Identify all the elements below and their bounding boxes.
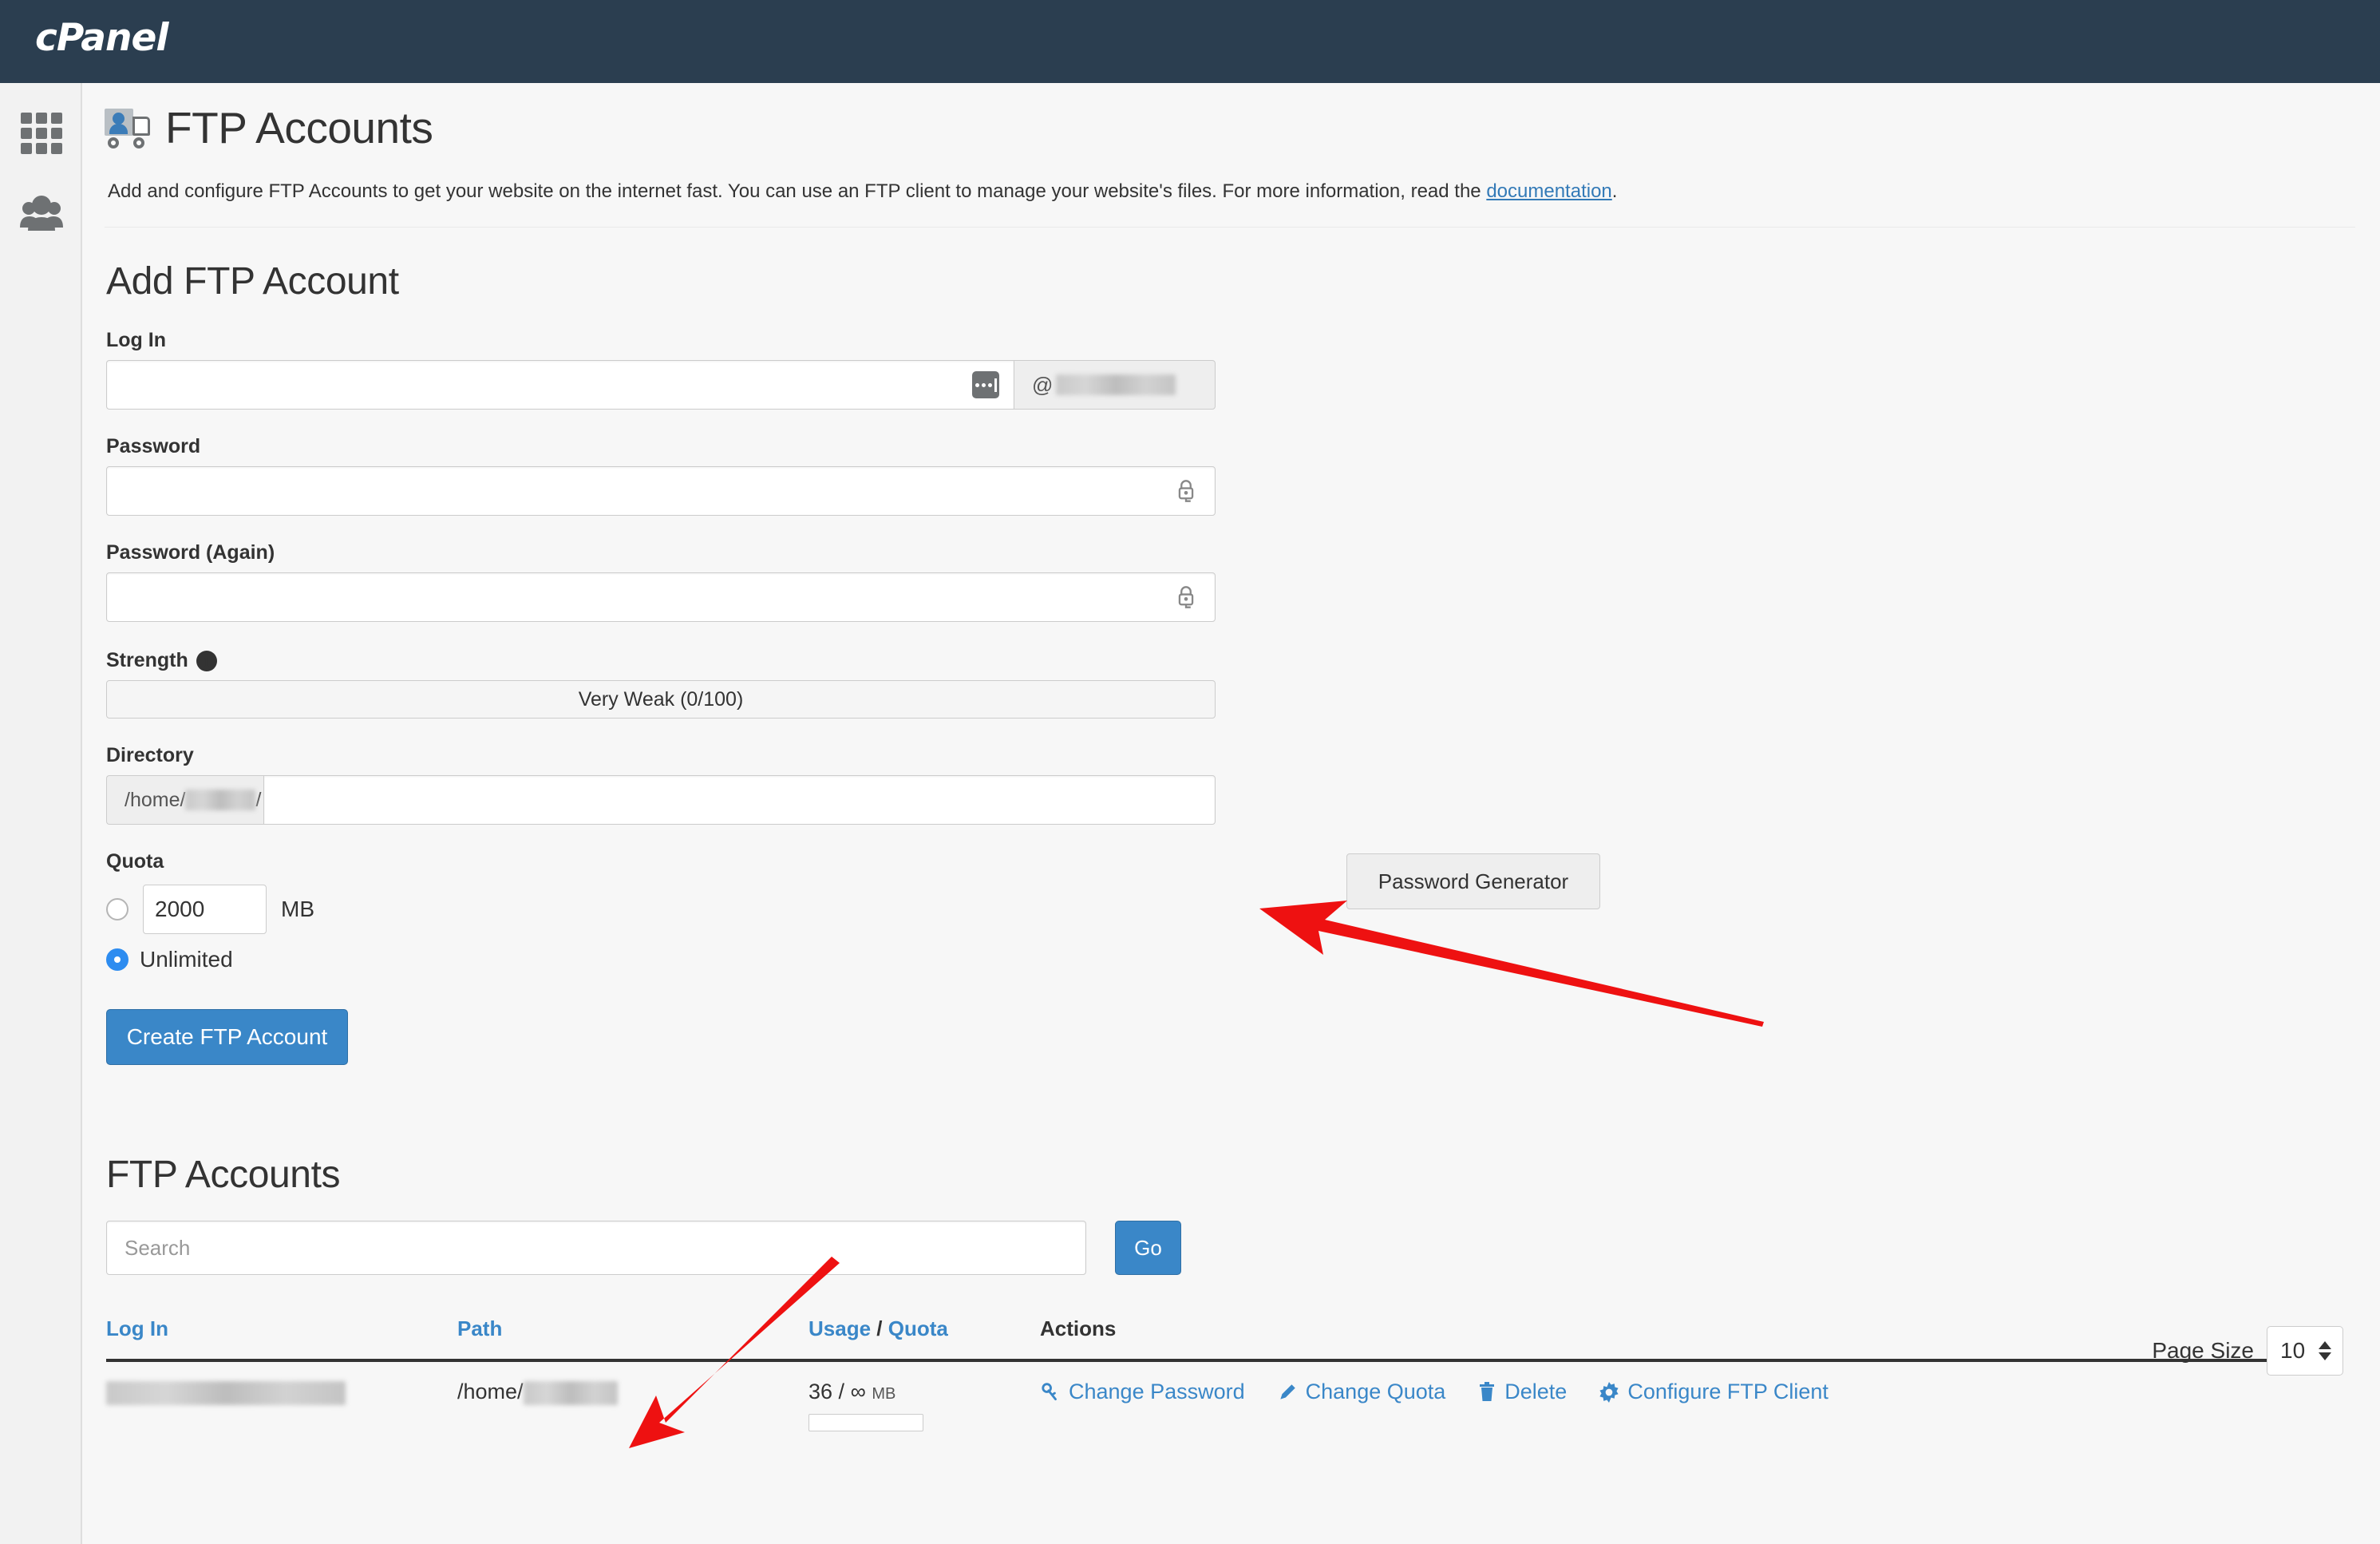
- delete-label: Delete: [1504, 1380, 1568, 1403]
- cell-path: /home/: [457, 1360, 808, 1431]
- directory-prefix-addon: /home/ /: [106, 775, 263, 825]
- column-header-actions: Actions: [1040, 1316, 1117, 1340]
- at-symbol: @: [1032, 372, 1054, 397]
- table-header-row: Log In Path Usage / Quota Actions: [106, 1316, 2333, 1360]
- gear-icon: [1599, 1381, 1619, 1403]
- cell-usage-quota: 36 / ∞ MB: [808, 1360, 1040, 1431]
- delete-action[interactable]: Delete: [1477, 1380, 1567, 1404]
- apps-grid-icon: [20, 113, 62, 154]
- quota-label: Quota: [106, 850, 164, 873]
- redacted-path: [523, 1380, 618, 1405]
- change-quota-label: Change Quota: [1305, 1380, 1446, 1403]
- pencil-icon: [1279, 1384, 1295, 1399]
- top-header-bar: cPanel: [0, 0, 2380, 83]
- quota-unlimited-row[interactable]: Unlimited: [106, 947, 2380, 972]
- lock-icon[interactable]: [1175, 585, 1197, 609]
- password-input[interactable]: [106, 466, 1216, 516]
- password-generator-button[interactable]: Password Generator: [1346, 853, 1600, 909]
- page-description-period: .: [1611, 180, 1618, 202]
- page-header: FTP Accounts: [84, 83, 2380, 153]
- quota-unlimited-radio[interactable]: [106, 948, 128, 971]
- login-field-group: @: [106, 360, 2380, 410]
- ftp-accounts-table: Log In Path Usage / Quota Actions /home/…: [106, 1316, 2333, 1431]
- ftp-truck-icon: [105, 107, 154, 148]
- password-again-label: Password (Again): [106, 541, 275, 564]
- password-label: Password: [106, 435, 201, 457]
- login-input[interactable]: [106, 360, 1014, 410]
- row-quota: ∞: [850, 1380, 866, 1403]
- login-label: Log In: [106, 329, 166, 351]
- login-options-icon[interactable]: [972, 371, 999, 398]
- column-header-login[interactable]: Log In: [106, 1316, 457, 1360]
- main-content: FTP Accounts Add and configure FTP Accou…: [84, 83, 2380, 1431]
- create-ftp-account-button[interactable]: Create FTP Account: [106, 1009, 348, 1065]
- search-input[interactable]: [106, 1221, 1086, 1275]
- page-description-text: Add and configure FTP Accounts to get yo…: [108, 180, 1487, 202]
- column-header-usage-quota[interactable]: Usage / Quota: [808, 1316, 1040, 1360]
- strength-label-group: Strength i: [106, 649, 2380, 672]
- usage-progress-bar: [808, 1414, 923, 1431]
- directory-field-group: /home/ /: [106, 775, 2380, 825]
- cell-actions: Change Password Change Quota Delete Conf…: [1040, 1360, 2333, 1431]
- quota-limited-radio[interactable]: [106, 898, 128, 920]
- table-row: /home/ 36 / ∞ MB Change Password Change …: [106, 1360, 2333, 1431]
- ftp-accounts-list-heading: FTP Accounts: [106, 1154, 341, 1196]
- page-title: FTP Accounts: [165, 103, 433, 152]
- redacted-domain: [1056, 374, 1176, 395]
- quota-limited-row: MB: [106, 885, 2380, 934]
- quota-amount-input[interactable]: [143, 885, 267, 934]
- redacted-username: [185, 790, 256, 810]
- password-strength-text: Very Weak (0/100): [578, 687, 744, 711]
- search-row: Go: [106, 1221, 2380, 1275]
- password-again-input[interactable]: [106, 572, 1216, 622]
- row-usage-separator: /: [832, 1380, 851, 1403]
- directory-prefix-start: /home/: [125, 788, 186, 811]
- password-strength-bar: Very Weak (0/100): [106, 680, 1216, 719]
- password-field-group: [106, 466, 2380, 516]
- go-button[interactable]: Go: [1115, 1221, 1181, 1275]
- trash-icon: [1480, 1381, 1495, 1401]
- directory-input[interactable]: [263, 775, 1216, 825]
- sidebar-item-users[interactable]: [0, 185, 82, 241]
- login-domain-addon: @: [1014, 360, 1216, 410]
- change-quota-action[interactable]: Change Quota: [1277, 1380, 1446, 1404]
- page-size-select[interactable]: 10: [2267, 1326, 2343, 1376]
- header-divider: [105, 227, 2355, 228]
- sidebar-item-apps[interactable]: [0, 105, 82, 161]
- strength-label: Strength: [106, 649, 188, 671]
- info-icon[interactable]: i: [196, 650, 217, 671]
- directory-label: Directory: [106, 744, 194, 766]
- add-ftp-account-heading: Add FTP Account: [106, 260, 399, 303]
- spinner-arrows-icon: [2319, 1341, 2331, 1360]
- change-password-action[interactable]: Change Password: [1040, 1380, 1245, 1404]
- row-unit: MB: [872, 1385, 896, 1403]
- row-usage: 36: [808, 1380, 833, 1403]
- column-header-path[interactable]: Path: [457, 1316, 808, 1360]
- column-header-usage[interactable]: Usage: [808, 1316, 871, 1340]
- password-again-field-group: [106, 572, 2380, 622]
- page-size-control: Page Size 10: [2152, 1326, 2343, 1376]
- page-size-value: 10: [2280, 1338, 2306, 1363]
- documentation-link[interactable]: documentation: [1486, 180, 1611, 202]
- quota-unit-label: MB: [281, 897, 314, 921]
- column-header-separator: /: [871, 1316, 888, 1340]
- quota-unlimited-label: Unlimited: [140, 947, 233, 972]
- column-header-quota[interactable]: Quota: [888, 1316, 948, 1340]
- page-description: Add and configure FTP Accounts to get yo…: [84, 153, 2380, 206]
- directory-prefix-end: /: [255, 788, 262, 811]
- page-size-label: Page Size: [2152, 1338, 2254, 1363]
- row-path-prefix: /home/: [457, 1380, 524, 1403]
- change-password-label: Change Password: [1069, 1380, 1245, 1403]
- lock-icon[interactable]: [1175, 479, 1197, 503]
- left-sidebar: [0, 83, 82, 1544]
- configure-ftp-client-label: Configure FTP Client: [1627, 1380, 1828, 1403]
- redacted-login: [106, 1380, 346, 1405]
- cpanel-logo[interactable]: cPanel: [35, 16, 168, 60]
- users-icon: [19, 196, 63, 231]
- configure-ftp-client-action[interactable]: Configure FTP Client: [1599, 1380, 1828, 1404]
- key-icon: [1042, 1382, 1057, 1400]
- cell-login: [106, 1360, 457, 1431]
